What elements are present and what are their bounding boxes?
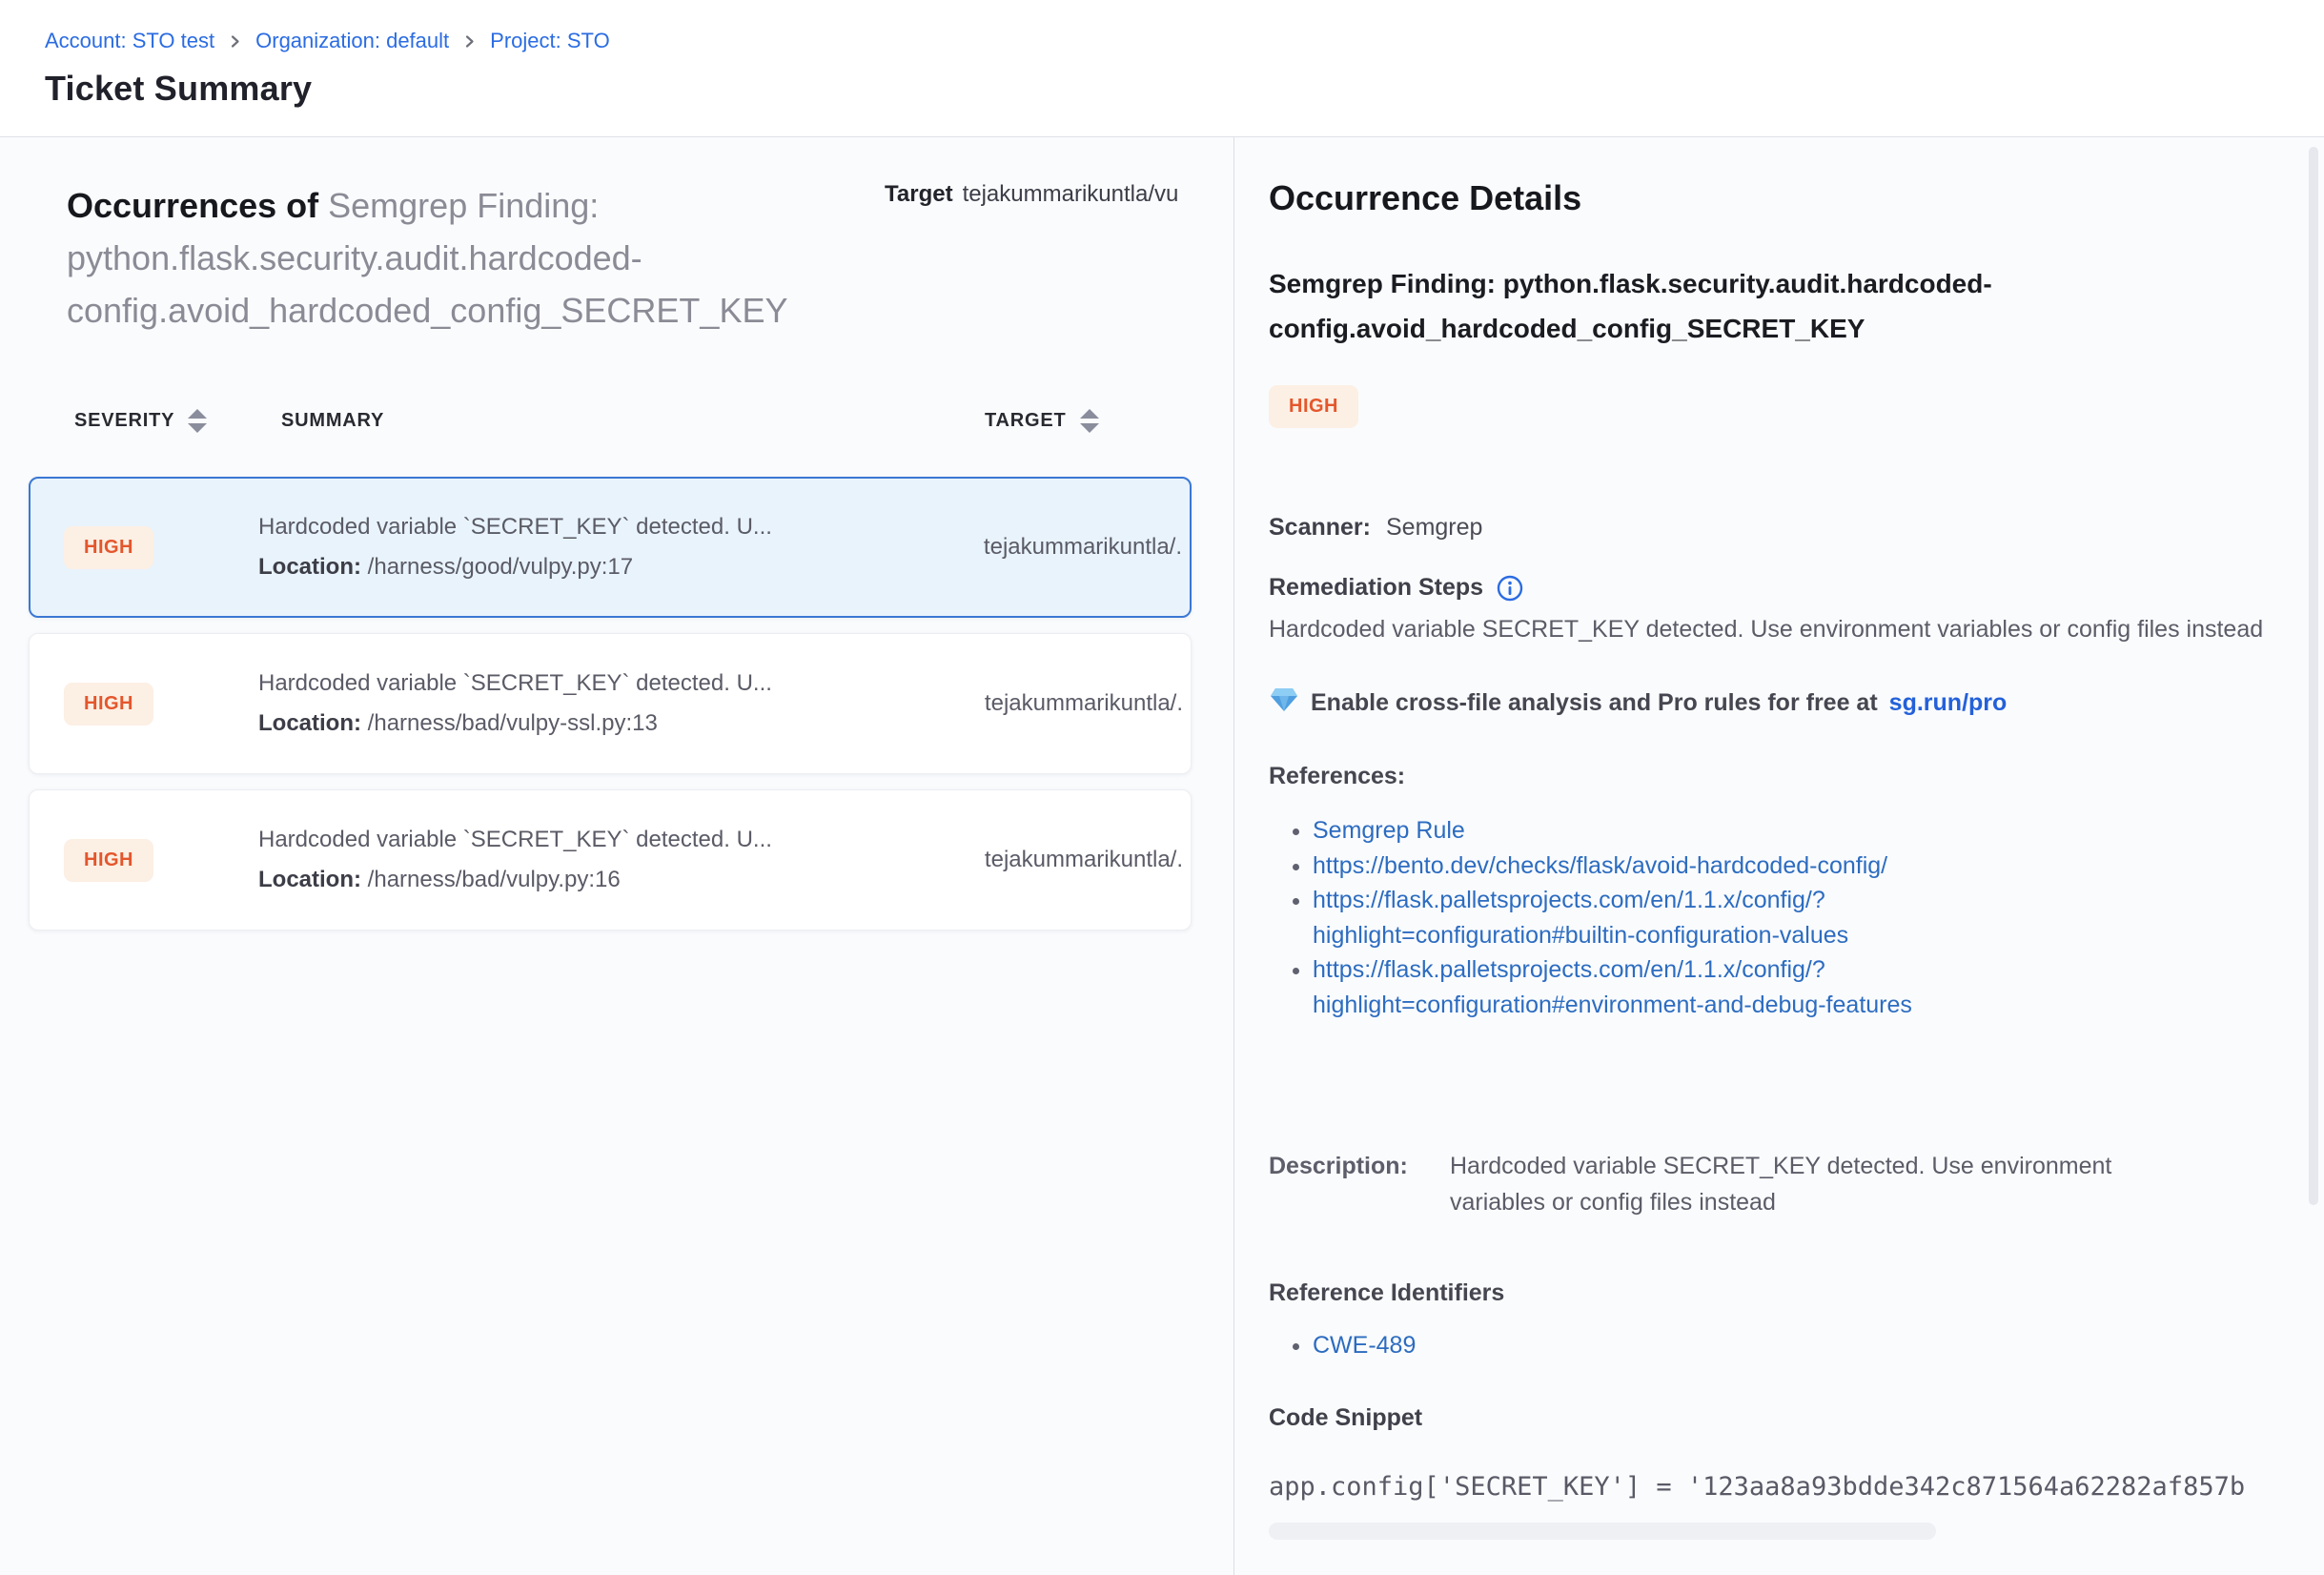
occurrences-table-body: HIGH Hardcoded variable `SECRET_KEY` det…: [29, 477, 1192, 931]
scanner-label: Scanner:: [1269, 514, 1371, 541]
description-label: Description:: [1269, 1148, 1450, 1220]
row-location-value: /harness/bad/vulpy-ssl.py:13: [368, 710, 658, 736]
target-info: Target tejakummarikuntla/vu: [885, 181, 1233, 208]
chevron-right-icon: [462, 34, 477, 49]
occurrences-table-header: SEVERITY SUMMARY TARGET: [74, 409, 1203, 433]
row-target: tejakummarikuntla/.: [984, 534, 1182, 561]
occurrences-title-prefix: Occurrences of: [67, 186, 318, 225]
occurrences-title: Occurrences of Semgrep Finding: python.f…: [67, 179, 915, 337]
breadcrumb-project[interactable]: Project: STO: [490, 29, 610, 53]
severity-badge: HIGH: [1269, 385, 1358, 428]
column-header-summary-label: SUMMARY: [281, 410, 384, 432]
info-icon[interactable]: [1497, 575, 1523, 602]
horizontal-scrollbar[interactable]: [1269, 1523, 1936, 1540]
pro-tip-link[interactable]: sg.run/pro: [1889, 689, 2008, 717]
gem-icon: [1269, 685, 1299, 721]
pro-tip-line: Enable cross-file analysis and Pro rules…: [1269, 685, 2286, 721]
row-location-value: /harness/good/vulpy.py:17: [368, 554, 633, 580]
table-row[interactable]: HIGH Hardcoded variable `SECRET_KEY` det…: [29, 477, 1192, 618]
remediation-steps-label: Remediation Steps: [1269, 574, 1483, 602]
description-text: Hardcoded variable SECRET_KEY detected. …: [1450, 1148, 2146, 1220]
severity-badge: HIGH: [64, 839, 153, 882]
target-label: Target: [885, 181, 953, 207]
content-split: Occurrences of Semgrep Finding: python.f…: [0, 137, 2324, 1575]
row-summary-text: Hardcoded variable `SECRET_KEY` detected…: [258, 820, 868, 860]
references-label: References:: [1269, 763, 2286, 790]
vertical-scrollbar[interactable]: [2309, 147, 2318, 1205]
breadcrumb-organization[interactable]: Organization: default: [255, 29, 449, 53]
target-value: tejakummarikuntla/vu: [963, 181, 1179, 207]
references-list: Semgrep Rule https://bento.dev/checks/fl…: [1313, 813, 2085, 1022]
row-target: tejakummarikuntla/.: [985, 690, 1183, 717]
row-location-label: Location:: [258, 867, 361, 892]
column-header-summary: SUMMARY: [281, 410, 985, 432]
finding-title: Semgrep Finding: python.flask.security.a…: [1269, 261, 2155, 351]
scanner-value: Semgrep: [1386, 514, 1482, 541]
row-summary-text: Hardcoded variable `SECRET_KEY` detected…: [258, 664, 868, 704]
ticket-summary-page: Account: STO test Organization: default …: [0, 0, 2324, 1575]
reference-link[interactable]: https://flask.palletsprojects.com/en/1.1…: [1313, 887, 1848, 949]
severity-badge: HIGH: [64, 683, 153, 726]
breadcrumb: Account: STO test Organization: default …: [45, 29, 2324, 53]
row-summary: Hardcoded variable `SECRET_KEY` detected…: [258, 664, 868, 744]
column-header-target[interactable]: TARGET: [985, 409, 1203, 433]
reference-link[interactable]: Semgrep Rule: [1313, 817, 1465, 844]
row-location-label: Location:: [258, 710, 361, 736]
remediation-text: Hardcoded variable SECRET_KEY detected. …: [1269, 611, 2298, 647]
code-snippet: app.config['SECRET_KEY'] = '123aa8a93bdd…: [1269, 1472, 2286, 1502]
description-row: Description: Hardcoded variable SECRET_K…: [1269, 1148, 2286, 1220]
column-header-severity-label: SEVERITY: [74, 410, 174, 432]
column-header-severity[interactable]: SEVERITY: [74, 409, 281, 433]
reference-link[interactable]: https://flask.palletsprojects.com/en/1.1…: [1313, 956, 1912, 1018]
breadcrumb-account[interactable]: Account: STO test: [45, 29, 214, 53]
row-target: tejakummarikuntla/.: [985, 847, 1183, 873]
code-snippet-label: Code Snippet: [1269, 1404, 2286, 1432]
reference-identifiers-label: Reference Identifiers: [1269, 1279, 2286, 1307]
table-row[interactable]: HIGH Hardcoded variable `SECRET_KEY` det…: [29, 789, 1192, 931]
page-title: Ticket Summary: [45, 69, 2324, 109]
list-item: Semgrep Rule: [1313, 813, 2085, 849]
pro-tip-text: Enable cross-file analysis and Pro rules…: [1311, 689, 1878, 717]
list-item: CWE-489: [1313, 1328, 2286, 1362]
row-summary: Hardcoded variable `SECRET_KEY` detected…: [258, 820, 868, 900]
occurrence-details-panel: Occurrence Details Semgrep Finding: pyth…: [1234, 137, 2324, 1575]
scanner-line: Scanner: Semgrep: [1269, 514, 2286, 542]
sort-icon[interactable]: [1080, 409, 1099, 433]
row-summary: Hardcoded variable `SECRET_KEY` detected…: [258, 507, 868, 587]
chevron-right-icon: [228, 34, 242, 49]
page-header: Account: STO test Organization: default …: [0, 0, 2324, 137]
list-item: https://flask.palletsprojects.com/en/1.1…: [1313, 883, 2085, 952]
reference-identifiers-list: CWE-489: [1313, 1328, 2286, 1362]
table-row[interactable]: HIGH Hardcoded variable `SECRET_KEY` det…: [29, 633, 1192, 774]
list-item: https://flask.palletsprojects.com/en/1.1…: [1313, 952, 2085, 1022]
cwe-link[interactable]: CWE-489: [1313, 1332, 1416, 1359]
column-header-target-label: TARGET: [985, 410, 1067, 432]
row-location-label: Location:: [258, 554, 361, 580]
occurrences-panel: Occurrences of Semgrep Finding: python.f…: [0, 137, 1234, 1575]
details-title: Occurrence Details: [1269, 179, 2286, 217]
row-summary-text: Hardcoded variable `SECRET_KEY` detected…: [258, 507, 868, 547]
remediation-steps-header: Remediation Steps: [1269, 574, 2286, 602]
sort-icon[interactable]: [188, 409, 207, 433]
list-item: https://bento.dev/checks/flask/avoid-har…: [1313, 849, 2085, 884]
severity-badge: HIGH: [64, 526, 153, 569]
row-location-value: /harness/bad/vulpy.py:16: [368, 867, 621, 892]
reference-link[interactable]: https://bento.dev/checks/flask/avoid-har…: [1313, 852, 1887, 879]
